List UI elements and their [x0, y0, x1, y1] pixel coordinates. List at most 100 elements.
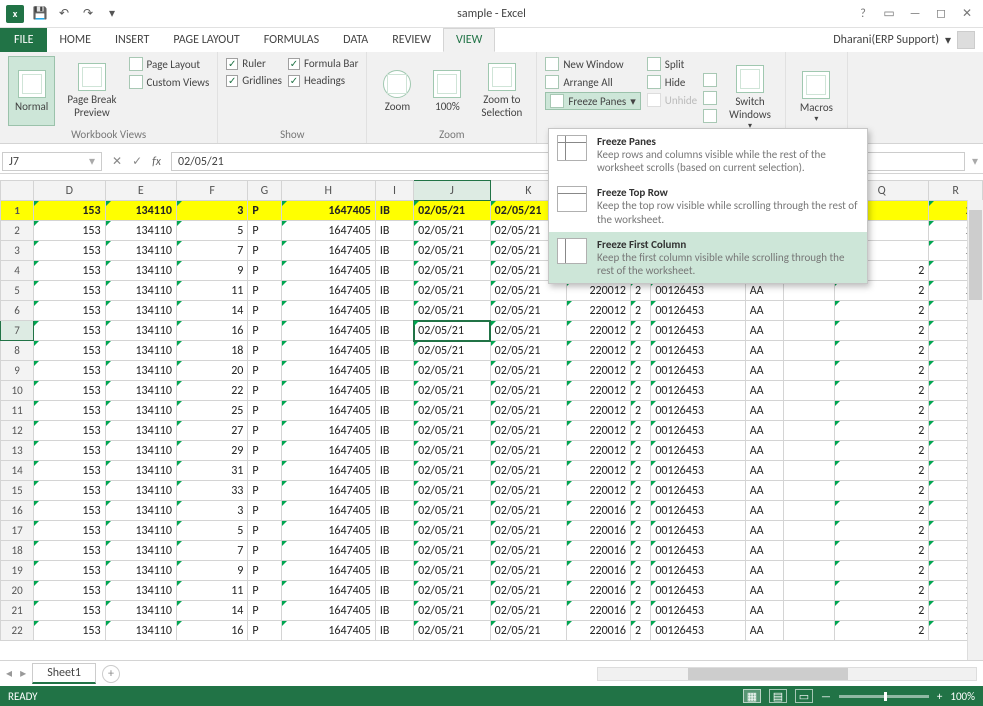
cell[interactable]: P [248, 221, 281, 241]
cell[interactable]: 1647405 [281, 421, 375, 441]
cell[interactable]: 00126453 [651, 601, 745, 621]
column-header[interactable]: H [281, 181, 375, 201]
hide-button[interactable]: Hide [647, 74, 697, 90]
cell[interactable]: 02/05/21 [490, 461, 567, 481]
cell[interactable]: 02/05/21 [490, 621, 567, 641]
cell[interactable]: 1647405 [281, 441, 375, 461]
cell[interactable]: 220012 [567, 381, 631, 401]
cell[interactable]: 2 [834, 501, 928, 521]
cell[interactable]: 27 [176, 421, 247, 441]
cell[interactable]: 2 [630, 501, 650, 521]
cell[interactable]: 02/05/21 [490, 601, 567, 621]
cell[interactable]: 02/05/21 [490, 361, 567, 381]
cell[interactable]: 02/05/21 [414, 421, 491, 441]
cell[interactable] [783, 561, 834, 581]
cell[interactable]: 134110 [105, 501, 176, 521]
cell[interactable]: 1647405 [281, 481, 375, 501]
cell[interactable]: 153 [34, 541, 105, 561]
cell[interactable]: 33 [176, 481, 247, 501]
formula-bar-checkbox[interactable]: ✓Formula Bar [288, 56, 358, 71]
cell[interactable]: 153 [34, 341, 105, 361]
cell[interactable]: 2 [834, 361, 928, 381]
cell[interactable]: 220016 [567, 581, 631, 601]
cell[interactable]: 220016 [567, 601, 631, 621]
gridlines-checkbox[interactable]: ✓Gridlines [226, 73, 282, 88]
cell[interactable]: 16 [176, 321, 247, 341]
cell[interactable]: 2 [630, 401, 650, 421]
cell[interactable]: 00126453 [651, 381, 745, 401]
cell[interactable]: IB [375, 261, 413, 281]
cell[interactable]: IB [375, 621, 413, 641]
cell[interactable] [783, 421, 834, 441]
row-header[interactable]: 6 [1, 301, 34, 321]
cell[interactable]: P [248, 461, 281, 481]
cell[interactable]: IB [375, 521, 413, 541]
cell[interactable]: 2 [630, 481, 650, 501]
cell[interactable] [783, 581, 834, 601]
cell[interactable]: 00126453 [651, 621, 745, 641]
cell[interactable]: 00126453 [651, 561, 745, 581]
cell[interactable]: 134110 [105, 541, 176, 561]
cell[interactable]: 14 [176, 301, 247, 321]
cell[interactable]: IB [375, 461, 413, 481]
cell[interactable]: 02/05/21 [414, 461, 491, 481]
row-header[interactable]: 11 [1, 401, 34, 421]
cell[interactable]: 220012 [567, 361, 631, 381]
maximize-icon[interactable]: ◻ [929, 4, 953, 24]
cell[interactable]: 2 [834, 481, 928, 501]
page-layout-view-icon[interactable]: ▤ [769, 689, 787, 703]
cell[interactable]: 220012 [567, 401, 631, 421]
row-header[interactable]: 12 [1, 421, 34, 441]
row-header[interactable]: 9 [1, 361, 34, 381]
cell[interactable]: AA [745, 321, 783, 341]
cell[interactable]: 153 [34, 521, 105, 541]
cell[interactable]: 1647405 [281, 201, 375, 221]
cell[interactable]: 220016 [567, 501, 631, 521]
freeze-top-row-item[interactable]: Freeze Top RowKeep the top row visible w… [549, 180, 867, 231]
cell[interactable]: 134110 [105, 441, 176, 461]
cell[interactable]: IB [375, 301, 413, 321]
cell[interactable]: 00126453 [651, 461, 745, 481]
cell[interactable]: 22 [176, 381, 247, 401]
cell[interactable]: 02/05/21 [490, 321, 567, 341]
cell[interactable]: 1647405 [281, 581, 375, 601]
cell[interactable]: IB [375, 581, 413, 601]
tab-review[interactable]: REVIEW [380, 28, 443, 52]
cell[interactable]: 11 [176, 281, 247, 301]
cell[interactable]: 16 [176, 621, 247, 641]
cell[interactable]: 02/05/21 [414, 261, 491, 281]
user-area[interactable]: Dharani(ERP Support) ▾ [833, 31, 983, 49]
cell[interactable] [783, 341, 834, 361]
cell[interactable]: 153 [34, 221, 105, 241]
redo-icon[interactable]: ↷ [80, 6, 96, 22]
cell[interactable]: 29 [176, 441, 247, 461]
cell[interactable]: 153 [34, 441, 105, 461]
cell[interactable]: P [248, 581, 281, 601]
cell[interactable]: 2 [630, 601, 650, 621]
row-header[interactable]: 21 [1, 601, 34, 621]
cell[interactable]: 220012 [567, 481, 631, 501]
cell[interactable]: 2 [834, 561, 928, 581]
cell[interactable] [783, 541, 834, 561]
cell[interactable]: 134110 [105, 321, 176, 341]
cell[interactable]: 2 [630, 521, 650, 541]
expand-formula-bar-icon[interactable]: ▾ [967, 150, 983, 173]
cell[interactable]: 00126453 [651, 481, 745, 501]
cell[interactable]: P [248, 261, 281, 281]
cell[interactable]: IB [375, 201, 413, 221]
cell[interactable] [783, 321, 834, 341]
cell[interactable]: 00126453 [651, 421, 745, 441]
cell[interactable]: 134110 [105, 601, 176, 621]
select-all-button[interactable] [1, 181, 34, 201]
cell[interactable]: 220016 [567, 541, 631, 561]
cell[interactable]: 02/05/21 [414, 581, 491, 601]
cell[interactable]: 02/05/21 [490, 381, 567, 401]
cell[interactable]: 02/05/21 [490, 341, 567, 361]
cell[interactable]: 02/05/21 [490, 581, 567, 601]
cell[interactable]: 9 [176, 261, 247, 281]
column-header[interactable]: R [929, 181, 983, 201]
cell[interactable] [783, 361, 834, 381]
cell[interactable]: 2 [630, 621, 650, 641]
cell[interactable]: 00126453 [651, 441, 745, 461]
cell[interactable]: IB [375, 481, 413, 501]
